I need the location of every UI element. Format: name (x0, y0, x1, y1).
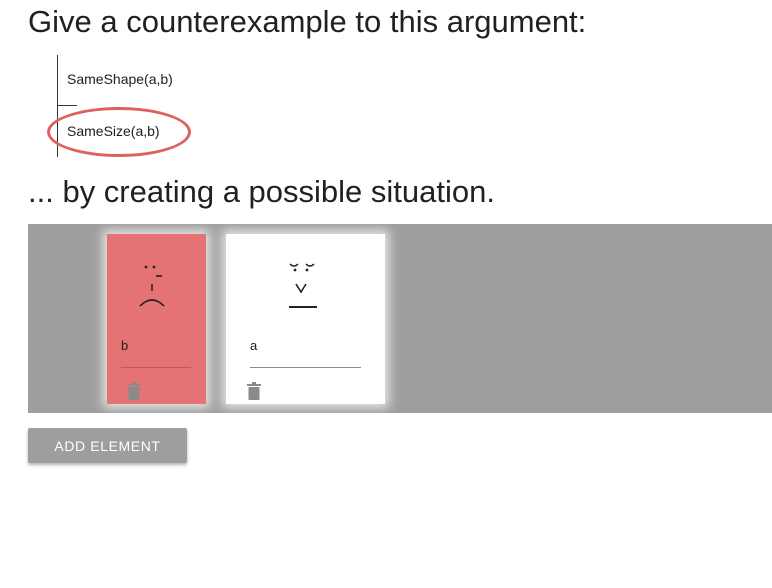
field-underline (250, 367, 361, 368)
instruction-heading: Give a counterexample to this argument: (28, 4, 587, 39)
fitch-premise-separator (57, 105, 77, 106)
fitch-bar (57, 55, 58, 157)
field-underline (121, 367, 191, 368)
trash-icon[interactable] (127, 382, 141, 400)
add-element-button[interactable]: ADD ELEMENT (28, 428, 187, 463)
situation-heading: ... by creating a possible situation. (28, 174, 495, 209)
element-name-field[interactable]: b (121, 336, 191, 368)
element-card-b[interactable]: b (107, 234, 206, 404)
element-name[interactable]: a (250, 338, 257, 353)
element-name[interactable]: b (121, 338, 128, 353)
trash-icon[interactable] (247, 382, 261, 400)
world-canvas[interactable]: b a (28, 224, 772, 413)
element-card-a[interactable]: a (226, 234, 385, 404)
element-name-field[interactable]: a (250, 336, 361, 368)
sad-face-icon[interactable] (126, 256, 186, 316)
premise: SameShape(a,b) (67, 71, 173, 87)
argument-display: SameShape(a,b) SameSize(a,b) (57, 55, 217, 157)
conclusion: SameSize(a,b) (67, 123, 160, 139)
neutral-face-icon[interactable] (276, 256, 336, 316)
